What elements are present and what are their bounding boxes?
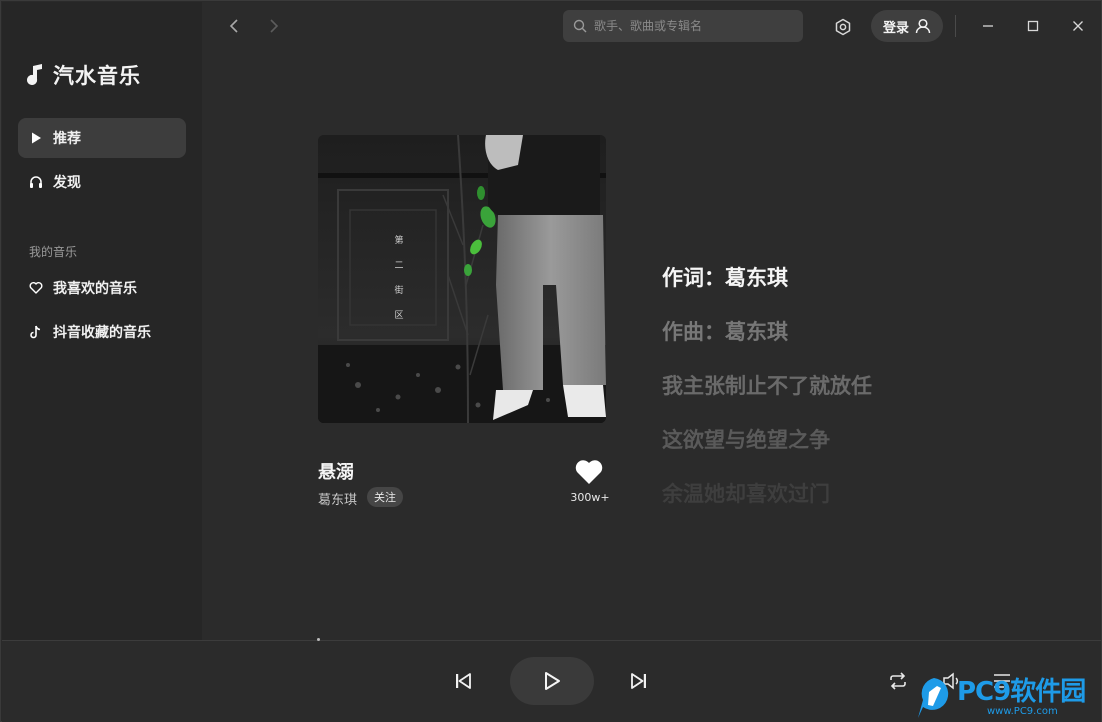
sidebar-item-recommend[interactable]: 推荐: [18, 118, 186, 158]
cover-text-char: 区: [394, 310, 403, 321]
sidebar-item-douyin-music[interactable]: 抖音收藏的音乐: [18, 312, 186, 352]
maximize-icon: [1027, 20, 1039, 32]
lyric-line[interactable]: 这欲望与绝望之争: [662, 424, 830, 454]
lyric-line-current[interactable]: 作词：葛东琪: [662, 262, 788, 292]
watermark-text: PC9软件园: [957, 677, 1086, 707]
sidebar-item-label: 抖音收藏的音乐: [53, 325, 151, 341]
song-title: 悬溺: [318, 462, 354, 483]
search-bar[interactable]: [563, 10, 803, 42]
minimize-button[interactable]: [978, 16, 998, 36]
cover-text-char: 街: [394, 284, 403, 296]
topbar-divider: [955, 15, 956, 37]
main-panel: 登录: [202, 2, 1101, 640]
artist-name[interactable]: 葛东琪: [318, 489, 357, 508]
next-button[interactable]: [626, 669, 652, 693]
forward-button[interactable]: [264, 16, 284, 36]
user-icon: [915, 18, 931, 34]
album-cover-art: 第 二 街 区: [318, 135, 606, 423]
sidebar-item-label: 发现: [53, 175, 81, 191]
login-button[interactable]: 登录: [871, 10, 943, 42]
close-icon: [1073, 21, 1083, 31]
settings-button[interactable]: [832, 16, 854, 38]
repeat-icon: [890, 672, 906, 690]
like-count: 300w+: [570, 491, 610, 504]
lyric-line-fading[interactable]: 余温她却喜欢过门: [662, 478, 830, 508]
headphones-icon: [30, 176, 42, 188]
minimize-icon: [983, 25, 993, 27]
skip-next-icon: [631, 673, 646, 689]
sidebar-item-label: 推荐: [53, 131, 81, 147]
app-name: 汽水音乐: [53, 64, 141, 88]
cover-text-char: 第: [394, 234, 403, 246]
sidebar-item-label: 我喜欢的音乐: [53, 281, 137, 297]
sidebar-item-liked-music[interactable]: 我喜欢的音乐: [18, 268, 186, 308]
close-button[interactable]: [1068, 16, 1088, 36]
search-icon: [573, 19, 587, 33]
follow-label: 关注: [374, 491, 396, 504]
app-window: 汽水音乐 推荐 发现 我的音乐 我喜欢的音乐 抖音收藏的音乐 歌手、歌曲或专辑名…: [0, 0, 1102, 722]
repeat-button[interactable]: [886, 669, 910, 693]
maximize-button[interactable]: [1023, 16, 1043, 36]
sidebar-item-discover[interactable]: 发现: [18, 162, 186, 202]
sidebar: 汽水音乐 推荐 发现 我的音乐 我喜欢的音乐 抖音收藏的音乐: [2, 2, 202, 640]
back-button[interactable]: [224, 16, 244, 36]
lyric-line[interactable]: 我主张制止不了就放任: [662, 370, 872, 400]
previous-button[interactable]: [450, 669, 476, 693]
search-input[interactable]: [594, 19, 794, 33]
my-music-section-title: 我的音乐: [29, 245, 78, 259]
chevron-left-icon: [229, 19, 238, 33]
play-icon: [32, 132, 41, 144]
settings-hexagon-icon: [835, 18, 851, 36]
progress-indicator[interactable]: [317, 638, 320, 641]
watermark-url: www.PC9.com: [987, 706, 1058, 717]
douyin-icon: [30, 325, 41, 339]
album-cover[interactable]: 第 二 街 区: [318, 135, 606, 423]
watermark: PC9软件园 www.PC9.com: [915, 674, 1101, 722]
app-logo: 汽水音乐: [27, 60, 141, 90]
watermark-logo-icon: [918, 678, 949, 718]
follow-button[interactable]: 关注: [367, 487, 403, 507]
play-icon: [545, 672, 560, 690]
skip-previous-icon: [456, 673, 471, 689]
chevron-right-icon: [270, 19, 279, 33]
heart-icon: [29, 281, 43, 294]
logo-icon: [27, 64, 42, 85]
cover-text-char: 二: [394, 261, 403, 271]
login-label: 登录: [882, 20, 909, 36]
play-button[interactable]: [510, 657, 594, 705]
lyric-line[interactable]: 作曲：葛东琪: [662, 316, 788, 346]
heart-filled-icon: [575, 460, 603, 484]
like-button[interactable]: [574, 458, 604, 486]
